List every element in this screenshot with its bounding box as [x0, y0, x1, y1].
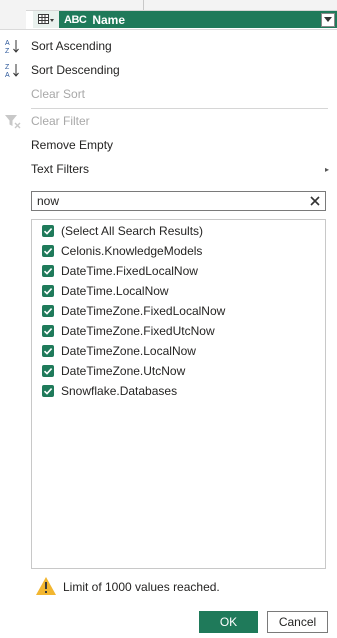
- checkmark-icon: [43, 248, 53, 255]
- text-type-icon: ABC: [64, 13, 87, 26]
- search-input[interactable]: [32, 192, 297, 210]
- checkbox[interactable]: [42, 305, 54, 317]
- list-item-label: Snowflake.Databases: [61, 384, 178, 398]
- list-item[interactable]: (Select All Search Results): [32, 221, 325, 241]
- svg-text:Z: Z: [5, 64, 10, 71]
- column-separator: [143, 0, 144, 10]
- remove-empty-label: Remove Empty: [31, 138, 114, 152]
- checkbox[interactable]: [42, 365, 54, 377]
- text-filters-label: Text Filters: [31, 162, 90, 176]
- checkmark-icon: [43, 368, 53, 375]
- chevron-down-icon: [324, 17, 332, 22]
- list-item[interactable]: DateTimeZone.FixedLocalNow: [32, 301, 325, 321]
- clear-filter-label: Clear Filter: [31, 114, 90, 128]
- checkmark-icon: [43, 268, 53, 275]
- checkmark-icon: [43, 228, 53, 235]
- checkbox[interactable]: [42, 285, 54, 297]
- checkbox[interactable]: [42, 265, 54, 277]
- checkbox[interactable]: [42, 245, 54, 257]
- chevron-right-icon: ▸: [324, 164, 329, 174]
- list-item-label: DateTimeZone.FixedUtcNow: [61, 324, 215, 338]
- search-box[interactable]: [31, 191, 326, 211]
- cancel-button[interactable]: Cancel: [267, 611, 328, 633]
- checkmark-icon: [43, 308, 53, 315]
- sort-ascending-item[interactable]: A Z Sort Ascending: [0, 35, 337, 57]
- clear-filter-icon: [5, 115, 21, 129]
- list-item[interactable]: DateTimeZone.UtcNow: [32, 361, 325, 381]
- sort-ascending-icon: A Z: [5, 40, 19, 54]
- table-icon[interactable]: [33, 11, 60, 28]
- values-list[interactable]: (Select All Search Results) Celonis.Know…: [31, 219, 326, 569]
- sort-descending-label: Sort Descending: [31, 63, 120, 77]
- svg-text:Z: Z: [5, 48, 10, 54]
- filter-dropdown-button[interactable]: [321, 13, 335, 27]
- list-item[interactable]: Snowflake.Databases: [32, 381, 325, 401]
- list-item-label: (Select All Search Results): [61, 224, 204, 238]
- list-item-label: Celonis.KnowledgeModels: [61, 244, 203, 258]
- clear-sort-item: Clear Sort: [0, 83, 337, 105]
- list-item-label: DateTimeZone.FixedLocalNow: [61, 304, 226, 318]
- sort-descending-icon: Z A: [5, 64, 19, 78]
- sort-descending-item[interactable]: Z A Sort Descending: [0, 59, 337, 81]
- menu-divider: [31, 108, 328, 109]
- svg-text:A: A: [5, 40, 10, 47]
- list-item[interactable]: Celonis.KnowledgeModels: [32, 241, 325, 261]
- ok-button[interactable]: OK: [199, 611, 258, 633]
- text-filters-item[interactable]: Text Filters ▸: [0, 158, 337, 180]
- list-item[interactable]: DateTime.LocalNow: [32, 281, 325, 301]
- checkbox[interactable]: [42, 385, 54, 397]
- list-item-label: DateTime.LocalNow: [61, 284, 169, 298]
- checkmark-icon: [43, 348, 53, 355]
- column-name: Name: [92, 12, 126, 27]
- checkbox[interactable]: [42, 345, 54, 357]
- checkbox[interactable]: [42, 325, 54, 337]
- checkmark-icon: [43, 288, 53, 295]
- warning-icon: [36, 577, 56, 595]
- checkbox[interactable]: [42, 225, 54, 237]
- close-icon[interactable]: [308, 194, 322, 208]
- list-item-label: DateTimeZone.LocalNow: [61, 344, 196, 358]
- list-item-label: DateTimeZone.UtcNow: [61, 364, 186, 378]
- sort-ascending-label: Sort Ascending: [31, 39, 112, 53]
- clear-filter-item: Clear Filter: [0, 110, 337, 132]
- checkmark-icon: [43, 388, 53, 395]
- warning-message: Limit of 1000 values reached.: [63, 580, 220, 594]
- checkmark-icon: [43, 328, 53, 335]
- list-item[interactable]: DateTimeZone.LocalNow: [32, 341, 325, 361]
- clear-sort-label: Clear Sort: [31, 87, 86, 101]
- list-item-label: DateTime.FixedLocalNow: [61, 264, 198, 278]
- remove-empty-item[interactable]: Remove Empty: [0, 134, 337, 156]
- column-header[interactable]: ABC Name: [33, 11, 337, 28]
- list-item[interactable]: DateTimeZone.FixedUtcNow: [32, 321, 325, 341]
- filter-popup: A Z Sort Ascending Z A Sort Descending C…: [0, 29, 337, 638]
- column-strip: [26, 0, 337, 11]
- list-item[interactable]: DateTime.FixedLocalNow: [32, 261, 325, 281]
- svg-text:A: A: [5, 72, 10, 78]
